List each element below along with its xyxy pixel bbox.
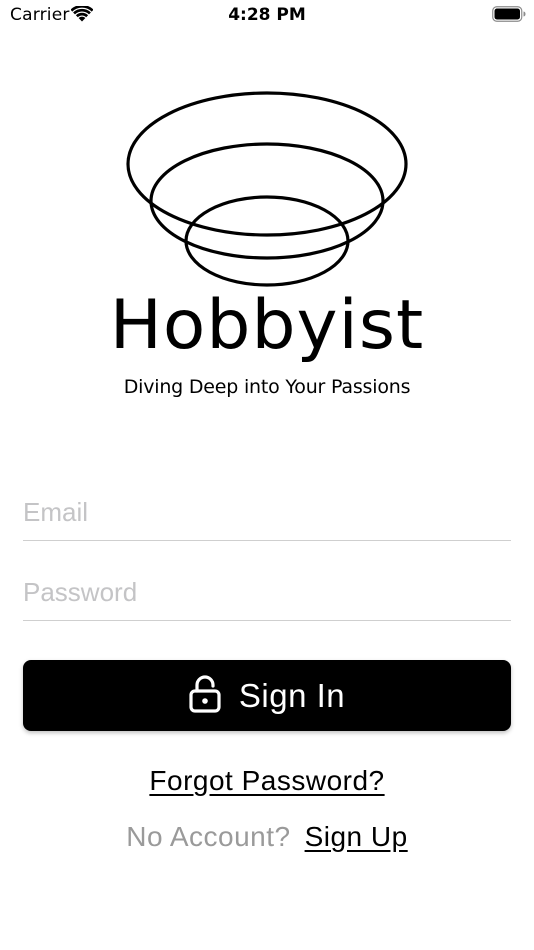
sign-up-row: No Account? Sign Up bbox=[0, 821, 534, 853]
app-name: Hobbyist bbox=[109, 286, 425, 365]
app-tagline: Diving Deep into Your Passions bbox=[123, 376, 411, 398]
status-time: 4:28 PM bbox=[228, 5, 306, 25]
bowl-logo-icon bbox=[126, 91, 408, 287]
email-field[interactable] bbox=[23, 484, 511, 540]
sign-up-link[interactable]: Sign Up bbox=[305, 821, 408, 852]
sign-in-button[interactable]: Sign In bbox=[23, 660, 511, 731]
login-screen: Carrier 4:28 PM Hobbyist Diving Deep int… bbox=[0, 0, 534, 950]
forgot-password-row: Forgot Password? bbox=[0, 765, 534, 797]
password-field[interactable] bbox=[23, 564, 511, 620]
password-field-container bbox=[23, 564, 511, 621]
no-account-label: No Account? bbox=[126, 821, 291, 852]
lock-icon bbox=[189, 674, 221, 713]
battery-icon bbox=[492, 6, 526, 22]
forgot-password-link[interactable]: Forgot Password? bbox=[149, 765, 384, 796]
email-field-container bbox=[23, 484, 511, 541]
status-bar: Carrier 4:28 PM bbox=[0, 0, 534, 30]
sign-in-label: Sign In bbox=[238, 676, 346, 714]
